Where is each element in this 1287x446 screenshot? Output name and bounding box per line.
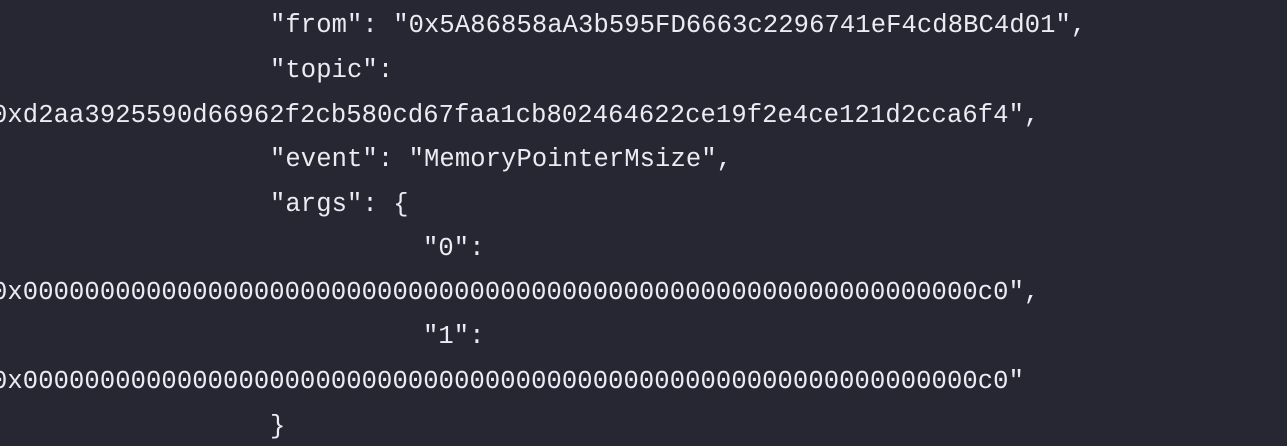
code-line-topic-value: 0xd2aa3925590d66962f2cb580cd67faa1cb8024…: [0, 101, 1040, 130]
code-line-args-close: }: [270, 412, 286, 441]
code-line-from: "from": "0x5A86858aA3b595FD6663c2296741e…: [270, 11, 1087, 40]
code-line-args-open: "args": {: [270, 190, 409, 219]
code-line-arg-1-value: 0x00000000000000000000000000000000000000…: [0, 367, 1024, 396]
code-line-arg-0-key: "0":: [423, 234, 485, 263]
code-line-arg-0-value: 0x00000000000000000000000000000000000000…: [0, 278, 1040, 307]
code-line-arg-1-key: "1":: [423, 322, 485, 351]
code-line-topic-key: "topic":: [270, 56, 394, 85]
code-line-event: "event": "MemoryPointerMsize",: [270, 145, 733, 174]
code-view: "from": "0x5A86858aA3b595FD6663c2296741e…: [0, 0, 1287, 446]
